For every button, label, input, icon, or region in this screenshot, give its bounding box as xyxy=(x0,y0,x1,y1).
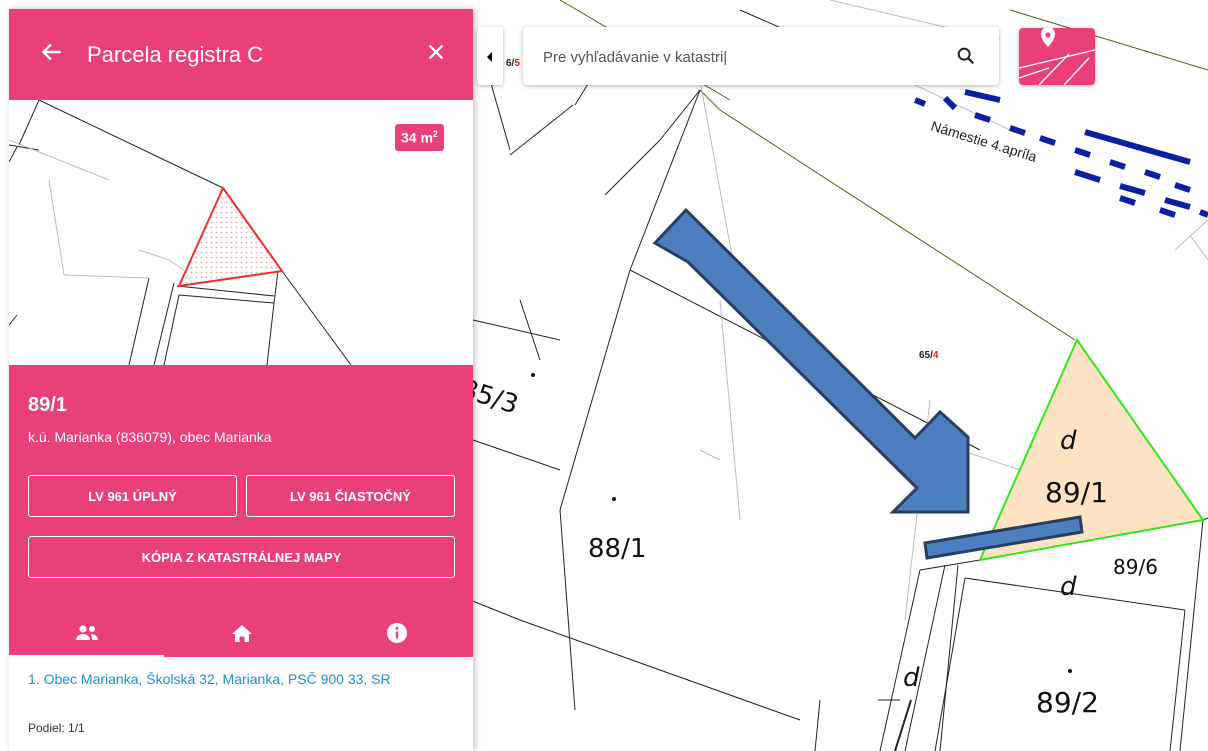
map-pin-icon xyxy=(1019,28,1095,85)
parcel-label-d-3: d xyxy=(903,663,920,693)
search-input[interactable] xyxy=(541,43,935,71)
area-badge: 34 m2 xyxy=(395,124,444,151)
map-layer-button[interactable] xyxy=(1019,28,1095,85)
info-icon xyxy=(386,622,407,643)
panel-title: Parcela registra C xyxy=(87,42,264,67)
caret-left-icon xyxy=(487,52,492,62)
close-icon[interactable] xyxy=(425,41,447,63)
map-label-top-6-5: 6/5 xyxy=(506,58,520,69)
panel-toggle-button[interactable] xyxy=(477,27,503,85)
cadastral-area: k.ú. Marianka (836079), obec Marianka xyxy=(28,429,272,445)
parcel-label-89-2: 89/2 xyxy=(1036,686,1099,719)
active-tab-indicator xyxy=(9,655,164,658)
lv-partial-button[interactable]: LV 961 ČIASTOČNÝ xyxy=(246,475,455,517)
owner-link[interactable]: 1. Obec Marianka, Školská 32, Marianka, … xyxy=(28,669,458,690)
parcel-detail-panel: Parcela registra C 34 m2 89/1 k.ú. Maria… xyxy=(9,9,473,751)
home-icon xyxy=(231,624,252,642)
thumbnail-parcel-highlight xyxy=(177,185,284,288)
parcel-label-89-1: 89/1 xyxy=(1045,476,1108,509)
parcel-info-section: 89/1 k.ú. Marianka (836079), obec Marian… xyxy=(9,365,473,658)
back-arrow-icon[interactable] xyxy=(39,39,65,65)
parcel-label-89-6: 89/6 xyxy=(1113,555,1158,579)
people-icon xyxy=(75,624,98,640)
parcel-label-d-2: d xyxy=(1060,572,1077,602)
lv-full-button[interactable]: LV 961 ÚPLNÝ xyxy=(28,475,237,517)
search-icon[interactable] xyxy=(955,45,977,67)
cadastre-search[interactable] xyxy=(523,27,999,85)
tab-owners[interactable] xyxy=(9,608,164,657)
map-copy-button[interactable]: KÓPIA Z KATASTRÁLNEJ MAPY xyxy=(28,536,455,578)
parcel-label-88-1: 88/1 xyxy=(588,534,646,564)
street-label: Námestie 4.apríla xyxy=(929,118,1039,165)
map-label-65-4: 65/4 xyxy=(919,350,939,361)
ownership-share: Podiel: 1/1 xyxy=(28,721,85,735)
panel-header: Parcela registra C xyxy=(9,9,473,100)
tab-info[interactable] xyxy=(319,608,473,657)
tab-building[interactable] xyxy=(164,608,319,657)
parcel-number: 89/1 xyxy=(28,394,67,416)
parcel-label-d-1: d xyxy=(1060,426,1077,456)
